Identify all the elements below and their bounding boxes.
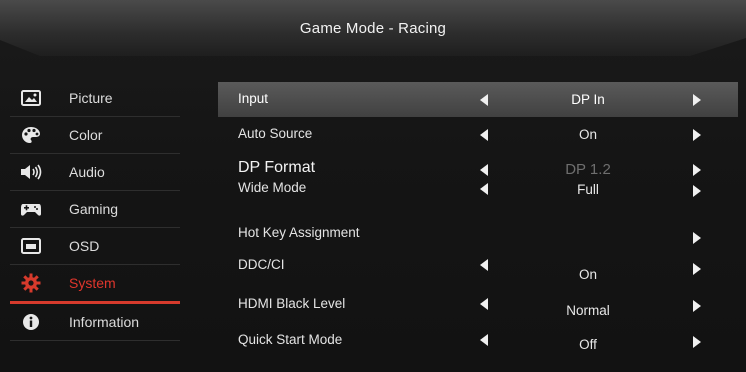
setting-row-ddc-ci[interactable]: DDC/CI On	[218, 251, 738, 291]
setting-value: On	[578, 267, 597, 282]
gamepad-icon	[20, 198, 42, 220]
sidebar-item-gaming[interactable]: Gaming	[10, 191, 180, 228]
setting-name: Wide Mode	[238, 180, 307, 195]
arrow-right-icon[interactable]	[693, 94, 701, 106]
sidebar-item-system[interactable]: System	[10, 265, 180, 304]
sidebar-item-label: Information	[69, 314, 140, 330]
setting-value: DP In	[571, 92, 605, 107]
arrow-left-icon[interactable]	[480, 129, 488, 141]
setting-row-auto-source[interactable]: Auto Source On	[218, 117, 738, 152]
setting-value: DP 1.2	[565, 161, 611, 178]
arrow-right-icon[interactable]	[693, 336, 701, 348]
sidebar-item-color[interactable]: Color	[10, 117, 180, 154]
sidebar-item-osd[interactable]: OSD	[10, 228, 180, 265]
arrow-right-icon[interactable]	[693, 263, 701, 275]
setting-name: Hot Key Assignment	[238, 225, 360, 240]
sidebar-item-label: Picture	[69, 90, 113, 106]
page-title: Game Mode - Racing	[299, 20, 447, 37]
sidebar-item-label: Color	[69, 127, 103, 143]
info-icon	[20, 311, 42, 333]
setting-name: DP Format	[238, 159, 316, 176]
setting-row-wide-mode[interactable]: Wide Mode Full	[218, 178, 738, 216]
arrow-left-icon[interactable]	[480, 334, 488, 346]
arrow-left-icon[interactable]	[480, 259, 488, 271]
setting-name: Auto Source	[238, 126, 313, 141]
setting-value: Normal	[566, 303, 610, 318]
palette-icon	[20, 124, 42, 146]
gear-icon	[20, 272, 42, 294]
sidebar-item-audio[interactable]: Audio	[10, 154, 180, 191]
sidebar-item-label: OSD	[69, 238, 100, 254]
sidebar-item-label: System	[69, 275, 116, 291]
setting-row-input[interactable]: Input DP In	[218, 82, 738, 117]
setting-row-hdmi-black-level[interactable]: HDMI Black Level Normal	[218, 291, 738, 327]
sidebar-item-picture[interactable]: Picture	[10, 80, 180, 117]
setting-name: Input	[238, 91, 269, 106]
arrow-left-icon[interactable]	[480, 298, 488, 310]
setting-name: Quick Start Mode	[238, 332, 343, 347]
picture-icon	[20, 87, 42, 109]
setting-row-hot-key-assignment[interactable]: Hot Key Assignment	[218, 216, 738, 251]
arrow-right-icon[interactable]	[693, 164, 701, 176]
osd-icon	[20, 235, 42, 257]
setting-name: HDMI Black Level	[238, 296, 346, 311]
arrow-right-icon[interactable]	[693, 129, 701, 141]
setting-row-quick-start-mode[interactable]: Quick Start Mode Off	[218, 327, 738, 362]
setting-name: DDC/CI	[238, 257, 285, 272]
sidebar-item-label: Gaming	[69, 201, 119, 217]
setting-value: Full	[577, 182, 599, 197]
arrow-left-icon[interactable]	[480, 183, 488, 195]
sidebar: Picture Color Audio Gaming OSD System In…	[10, 80, 180, 341]
settings-list: Input DP In Auto Source On DP Format DP …	[218, 82, 738, 362]
monitor-osd: Game Mode - Racing Picture Color Audio G…	[0, 0, 746, 372]
arrow-left-icon[interactable]	[480, 164, 488, 176]
setting-value: On	[578, 127, 597, 142]
arrow-right-icon[interactable]	[693, 185, 701, 197]
setting-row-dp-format[interactable]: DP Format DP 1.2	[218, 152, 738, 178]
arrow-right-icon[interactable]	[693, 232, 701, 244]
arrow-left-icon[interactable]	[480, 94, 488, 106]
speaker-icon	[20, 161, 42, 183]
sidebar-item-label: Audio	[69, 164, 105, 180]
sidebar-item-information[interactable]: Information	[10, 304, 180, 341]
arrow-right-icon[interactable]	[693, 300, 701, 312]
setting-value: Off	[579, 337, 597, 352]
